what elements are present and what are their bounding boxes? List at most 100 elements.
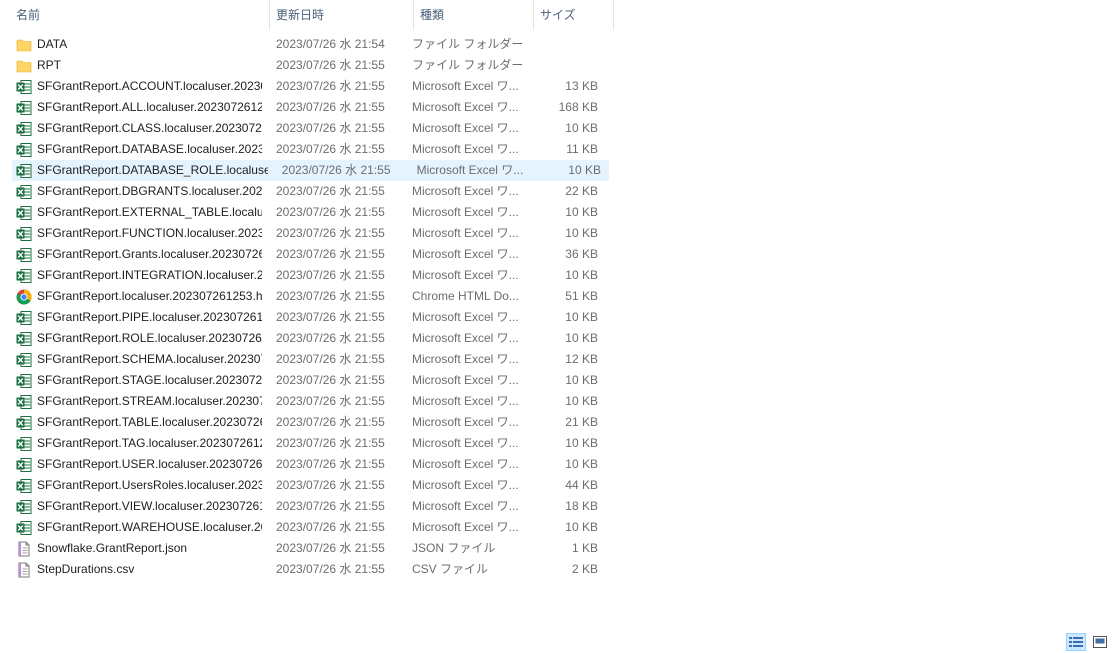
excel-icon (16, 373, 32, 389)
file-name-cell: SFGrantReport.STREAM.localuser.2023072..… (0, 391, 262, 412)
file-name: SFGrantReport.SCHEMA.localuser.202307... (37, 352, 262, 366)
file-row[interactable]: StepDurations.csv 2023/07/26 水 21:55 CSV フ… (0, 559, 614, 580)
column-header-bar: ^ 名前 更新日時 種類 サイズ (0, 0, 614, 30)
excel-icon (16, 352, 32, 368)
file-type: Microsoft Excel ワ... (412, 142, 519, 156)
file-row[interactable]: SFGrantReport.USER.localuser.202307261..… (0, 454, 614, 475)
file-size: 18 KB (565, 499, 598, 513)
file-row[interactable]: SFGrantReport.DBGRANTS.localuser.2023...… (0, 181, 614, 202)
file-name-cell: SFGrantReport.USER.localuser.202307261..… (0, 454, 262, 475)
file-date: 2023/07/26 水 21:55 (281, 163, 391, 177)
file-row[interactable]: SFGrantReport.WAREHOUSE.localuser.20... 2… (0, 517, 614, 538)
file-type: Microsoft Excel ワ... (416, 163, 524, 177)
file-name: SFGrantReport.WAREHOUSE.localuser.20... (37, 520, 262, 534)
file-row[interactable]: SFGrantReport.TABLE.localuser.20230726..… (0, 412, 614, 433)
file-row[interactable]: SFGrantReport.STAGE.localuser.20230726..… (0, 370, 614, 391)
file-name-cell: SFGrantReport.localuser.202307261253.ht.… (0, 286, 262, 307)
sort-ascending-icon: ^ (134, 0, 140, 6)
file-date: 2023/07/26 水 21:55 (276, 394, 385, 408)
file-row[interactable]: SFGrantReport.SCHEMA.localuser.202307...… (0, 349, 614, 370)
file-row[interactable]: SFGrantReport.DATABASE_ROLE.localuse... 2… (12, 160, 609, 181)
file-name-cell: Snowflake.GrantReport.json (0, 538, 262, 559)
file-row[interactable]: SFGrantReport.EXTERNAL_TABLE.localus... 2… (0, 202, 614, 223)
folder-icon (16, 37, 32, 53)
file-size: 10 KB (565, 268, 598, 282)
excel-icon (16, 520, 32, 536)
file-name: RPT (37, 58, 61, 72)
file-name: SFGrantReport.STAGE.localuser.20230726..… (37, 373, 262, 387)
column-header-type[interactable]: 種類 (414, 0, 534, 30)
file-row[interactable]: SFGrantReport.FUNCTION.localuser.2023...… (0, 223, 614, 244)
file-row[interactable]: SFGrantReport.INTEGRATION.localuser.20..… (0, 265, 614, 286)
file-type: Microsoft Excel ワ... (412, 478, 519, 492)
file-row[interactable]: SFGrantReport.VIEW.localuser.2023072612.… (0, 496, 614, 517)
file-size: 22 KB (565, 184, 598, 198)
column-header-type-label: 種類 (420, 8, 445, 22)
file-type: ファイル フォルダー (412, 58, 524, 72)
excel-icon (16, 394, 32, 410)
file-type: Microsoft Excel ワ... (412, 205, 519, 219)
file-date: 2023/07/26 水 21:55 (276, 121, 385, 135)
file-row[interactable]: SFGrantReport.localuser.202307261253.ht.… (0, 286, 614, 307)
file-name: SFGrantReport.ROLE.localuser.202307261..… (37, 331, 262, 345)
file-name-cell: SFGrantReport.SCHEMA.localuser.202307... (0, 349, 262, 370)
file-row[interactable]: Snowflake.GrantReport.json 2023/07/26 水 2… (0, 538, 614, 559)
column-header-date[interactable]: 更新日時 (270, 0, 414, 30)
file-date: 2023/07/26 水 21:55 (276, 415, 385, 429)
file-type: Microsoft Excel ワ... (412, 436, 519, 450)
file-row[interactable]: SFGrantReport.STREAM.localuser.2023072..… (0, 391, 614, 412)
file-row[interactable]: SFGrantReport.PIPE.localuser.2023072612.… (0, 307, 614, 328)
file-date: 2023/07/26 水 21:55 (276, 436, 385, 450)
file-name: SFGrantReport.TABLE.localuser.20230726..… (37, 415, 262, 429)
excel-icon (16, 142, 32, 158)
file-row[interactable]: SFGrantReport.UsersRoles.localuser.20230… (0, 475, 614, 496)
file-name-cell: SFGrantReport.PIPE.localuser.2023072612.… (0, 307, 262, 328)
file-type: Microsoft Excel ワ... (412, 100, 519, 114)
file-type: Microsoft Excel ワ... (412, 352, 519, 366)
file-row[interactable]: SFGrantReport.ACCOUNT.localuser.20230...… (0, 76, 614, 97)
file-type: JSON ファイル (412, 541, 496, 555)
file-row[interactable]: SFGrantReport.ALL.localuser.20230726125.… (0, 97, 614, 118)
file-date: 2023/07/26 水 21:55 (276, 247, 385, 261)
file-size: 11 KB (566, 142, 598, 156)
file-date: 2023/07/26 水 21:54 (276, 37, 385, 51)
excel-icon (16, 205, 32, 221)
csv-file-icon (16, 562, 32, 578)
column-header-size[interactable]: サイズ (534, 0, 614, 30)
file-row[interactable]: SFGrantReport.DATABASE.localuser.2023...… (0, 139, 614, 160)
file-row[interactable]: SFGrantReport.ROLE.localuser.202307261..… (0, 328, 614, 349)
file-name-cell: SFGrantReport.FUNCTION.localuser.2023... (0, 223, 262, 244)
file-size: 36 KB (565, 247, 598, 261)
file-row[interactable]: SFGrantReport.CLASS.localuser.20230726..… (0, 118, 614, 139)
file-row[interactable]: SFGrantReport.TAG.localuser.2023072612..… (0, 433, 614, 454)
column-header-name[interactable]: ^ 名前 (0, 0, 270, 30)
file-size: 10 KB (565, 310, 598, 324)
file-row[interactable]: DATA 2023/07/26 水 21:54 ファイル フォルダー (0, 34, 614, 55)
chrome-icon (16, 289, 32, 305)
file-name: SFGrantReport.localuser.202307261253.ht.… (37, 289, 262, 303)
file-date: 2023/07/26 水 21:55 (276, 457, 385, 471)
file-name: StepDurations.csv (37, 562, 135, 576)
folder-icon (16, 58, 32, 74)
file-name: SFGrantReport.ALL.localuser.20230726125.… (37, 100, 262, 114)
file-type: Microsoft Excel ワ... (412, 520, 519, 534)
file-row[interactable]: SFGrantReport.Grants.localuser.20230726.… (0, 244, 614, 265)
details-view-button[interactable] (1066, 633, 1086, 651)
file-type: Microsoft Excel ワ... (412, 415, 519, 429)
file-type: Microsoft Excel ワ... (412, 373, 519, 387)
column-header-date-label: 更新日時 (276, 8, 325, 22)
file-size: 13 KB (565, 79, 598, 93)
excel-icon (16, 415, 32, 431)
file-type: Microsoft Excel ワ... (412, 331, 519, 345)
file-size: 10 KB (565, 226, 598, 240)
file-row[interactable]: RPT 2023/07/26 水 21:55 ファイル フォルダー (0, 55, 614, 76)
file-name-cell: SFGrantReport.TABLE.localuser.20230726..… (0, 412, 262, 433)
excel-icon (16, 268, 32, 284)
file-size: 10 KB (565, 121, 598, 135)
large-icons-view-button[interactable] (1090, 633, 1110, 651)
file-type: Microsoft Excel ワ... (412, 457, 519, 471)
file-name: SFGrantReport.USER.localuser.202307261..… (37, 457, 262, 471)
file-name-cell: RPT (0, 55, 262, 76)
file-name: SFGrantReport.UsersRoles.localuser.20230… (37, 478, 262, 492)
file-type: Microsoft Excel ワ... (412, 247, 519, 261)
